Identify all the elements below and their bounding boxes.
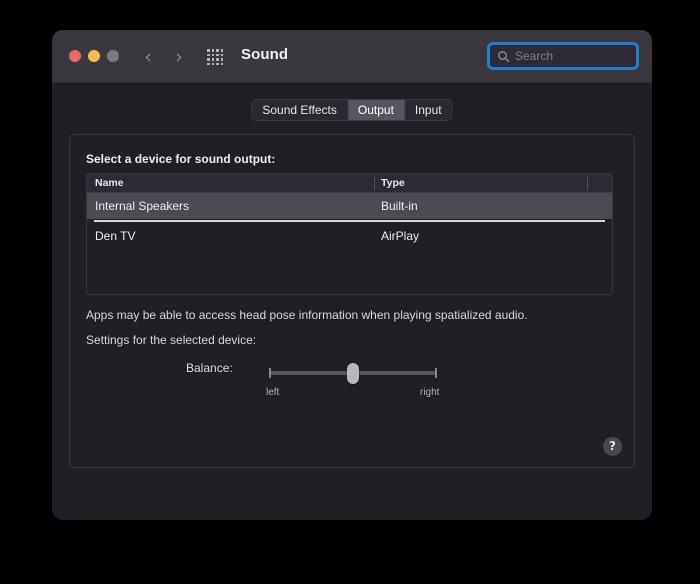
- balance-tick-right: [435, 368, 437, 378]
- balance-tick-left: [269, 368, 271, 378]
- settings-for-device-label: Settings for the selected device:: [86, 333, 256, 347]
- table-row[interactable]: Den TV AirPlay: [87, 223, 612, 249]
- tab-bar: Sound Effects Output Input: [251, 99, 452, 121]
- column-header-name[interactable]: Name: [95, 177, 124, 189]
- balance-slider[interactable]: [269, 365, 437, 381]
- back-button[interactable]: ‹: [138, 47, 158, 67]
- help-button[interactable]: ?: [603, 437, 622, 456]
- close-button[interactable]: [69, 50, 81, 62]
- table-row[interactable]: Internal Speakers Built-in: [87, 193, 612, 219]
- balance-left-label: left: [266, 387, 279, 398]
- balance-right-label: right: [420, 387, 439, 398]
- output-device-table[interactable]: Name Type Internal Speakers Built-in Den…: [86, 173, 613, 295]
- show-all-grid-icon[interactable]: [207, 49, 224, 66]
- column-divider-2[interactable]: [587, 177, 588, 190]
- device-name: Internal Speakers: [95, 199, 189, 213]
- device-name: Den TV: [95, 229, 135, 243]
- column-header-type[interactable]: Type: [381, 177, 405, 189]
- select-device-label: Select a device for sound output:: [86, 152, 275, 166]
- tab-sound-effects[interactable]: Sound Effects: [252, 100, 348, 120]
- sound-preferences-window: ‹ › Sound Sound Effects Output Input Sel…: [52, 30, 652, 520]
- output-settings-panel: Select a device for sound output: Name T…: [69, 134, 635, 468]
- zoom-button[interactable]: [107, 50, 119, 62]
- minimize-button[interactable]: [88, 50, 100, 62]
- row-divider: [94, 220, 605, 222]
- search-input[interactable]: [515, 49, 652, 63]
- page-title: Sound: [241, 46, 288, 63]
- window-body: Sound Effects Output Input Select a devi…: [52, 83, 652, 520]
- table-header: Name Type: [87, 174, 612, 193]
- forward-button[interactable]: ›: [169, 47, 189, 67]
- tab-output[interactable]: Output: [348, 100, 405, 120]
- search-icon: [497, 50, 510, 63]
- window-titlebar: ‹ › Sound: [52, 30, 652, 83]
- balance-slider-thumb[interactable]: [347, 363, 359, 384]
- spatial-audio-note: Apps may be able to access head pose inf…: [86, 308, 528, 322]
- device-type: AirPlay: [381, 229, 419, 243]
- search-field[interactable]: [487, 42, 639, 70]
- column-divider-1[interactable]: [374, 177, 375, 190]
- tab-input[interactable]: Input: [405, 100, 452, 120]
- balance-label: Balance:: [186, 361, 233, 375]
- device-type: Built-in: [381, 199, 418, 213]
